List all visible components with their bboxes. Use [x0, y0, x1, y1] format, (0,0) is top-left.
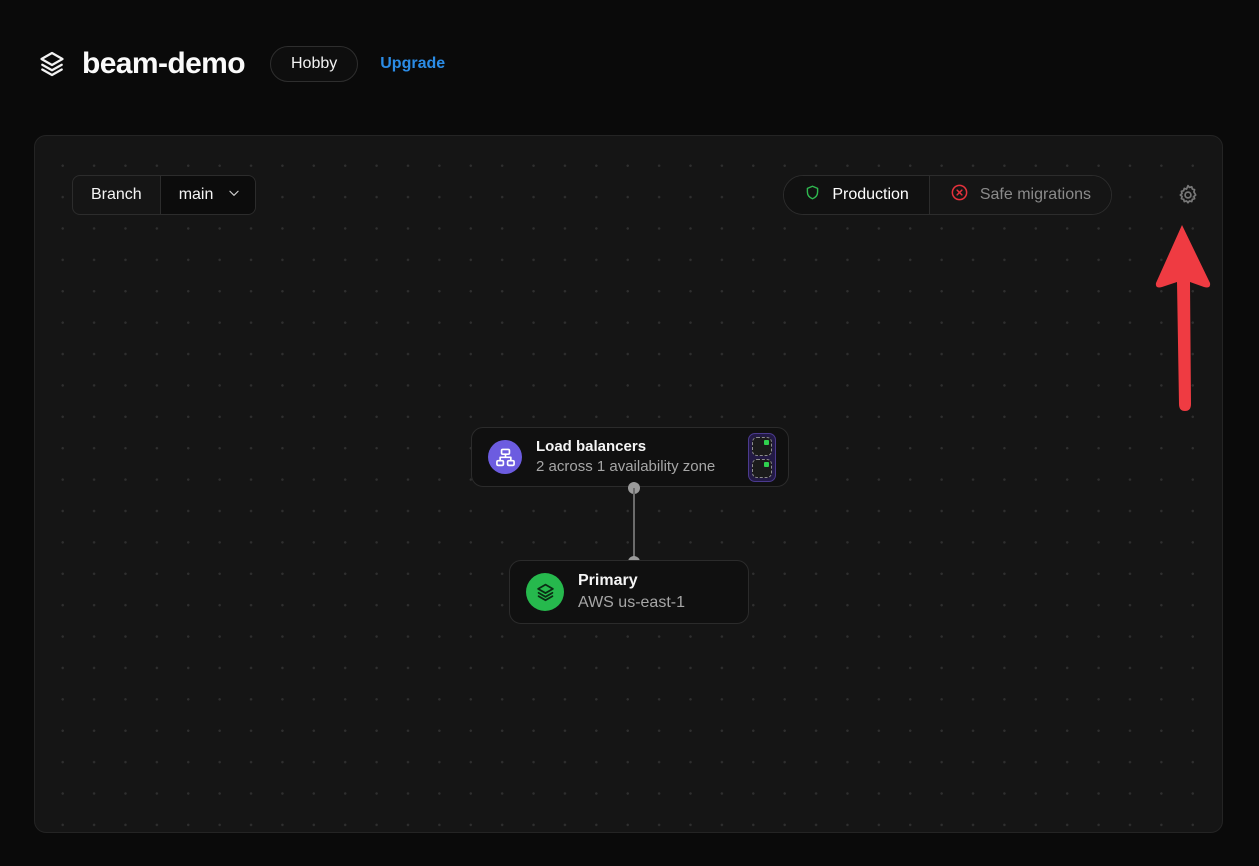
- node-subtitle: AWS us-east-1: [578, 593, 685, 611]
- plan-badge[interactable]: Hobby: [269, 46, 359, 82]
- network-nodes-icon: [488, 440, 522, 474]
- chevron-down-icon: [227, 186, 241, 205]
- node-primary[interactable]: Primary AWS us-east-1: [509, 560, 749, 624]
- status-safe-migrations-label: Safe migrations: [979, 186, 1091, 203]
- upgrade-link[interactable]: Upgrade: [380, 55, 445, 73]
- node-title: Load balancers: [536, 438, 647, 456]
- shield-icon: [804, 184, 821, 206]
- circle-x-icon: [950, 183, 969, 207]
- environment-status-control[interactable]: Production Safe migrations: [783, 175, 1112, 215]
- branch-value-text: main: [178, 186, 214, 203]
- up-arrow-annotation: [1150, 221, 1214, 416]
- replica-instance[interactable]: [752, 458, 772, 478]
- status-dot-healthy: [764, 461, 769, 467]
- app-header: beam-demo Hobby Upgrade: [36, 40, 445, 88]
- page-title: beam-demo: [82, 47, 246, 80]
- node-load-balancers[interactable]: Load balancers 2 across 1 availability z…: [471, 427, 789, 487]
- node-subtitle: 2 across 1 availability zone: [536, 457, 716, 475]
- node-connector: [627, 482, 641, 568]
- topology-canvas[interactable]: Branch main Production Safe migrations L…: [34, 135, 1223, 833]
- branch-selector[interactable]: Branch main: [72, 175, 257, 215]
- status-dot-healthy: [764, 439, 769, 445]
- layers-icon: [36, 48, 68, 80]
- gear-icon[interactable]: [1170, 177, 1206, 213]
- node-load-balancers-text: Load balancers 2 across 1 availability z…: [536, 437, 748, 477]
- node-primary-text: Primary AWS us-east-1: [578, 571, 732, 613]
- status-segment-safe-migrations[interactable]: Safe migrations: [928, 176, 1111, 214]
- branch-dropdown[interactable]: main: [159, 176, 256, 214]
- node-title: Primary: [578, 571, 638, 589]
- layers-icon: [526, 573, 564, 611]
- connector-line: [633, 488, 635, 562]
- replica-status-group[interactable]: [748, 432, 776, 482]
- replica-instance[interactable]: [752, 436, 772, 456]
- status-segment-production[interactable]: Production: [784, 176, 929, 214]
- branch-label: Branch: [91, 186, 142, 203]
- status-production-label: Production: [832, 186, 909, 203]
